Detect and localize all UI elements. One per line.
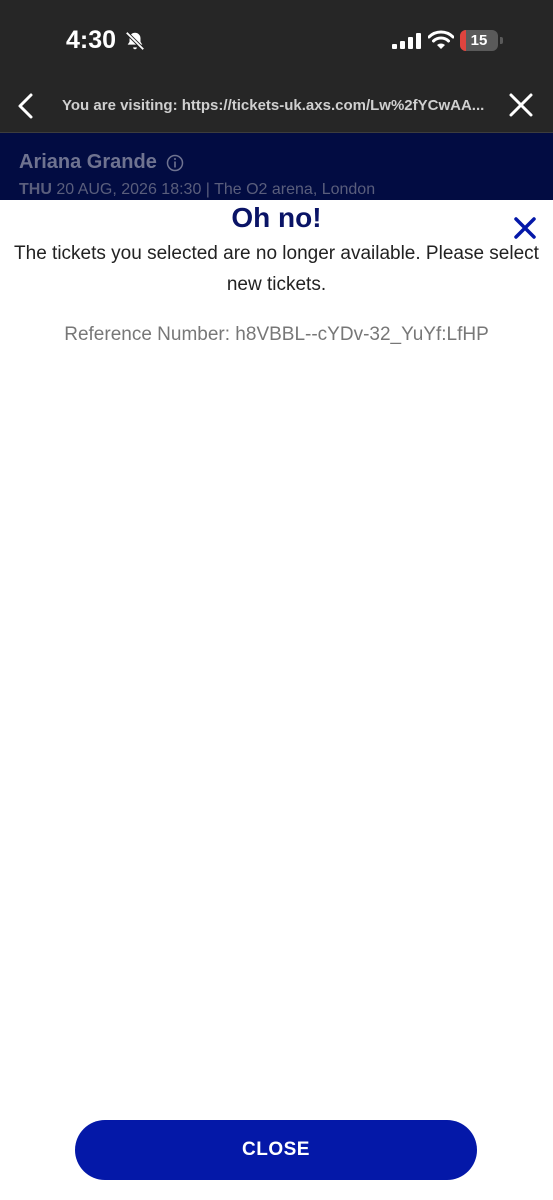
event-title: Ariana Grande <box>19 151 157 173</box>
battery-level: 15 <box>470 32 488 49</box>
close-icon[interactable] <box>508 92 534 118</box>
error-modal: Oh no! The tickets you selected are no l… <box>0 200 553 1200</box>
chevron-left-icon[interactable] <box>14 92 38 120</box>
battery-nub <box>500 37 503 44</box>
battery-icon: 15 <box>460 30 498 51</box>
status-bar: 4:30 15 <box>0 0 553 80</box>
wifi-icon <box>428 30 454 49</box>
close-button[interactable]: CLOSE <box>75 1120 477 1180</box>
modal-message: The tickets you selected are no longer a… <box>14 243 539 295</box>
event-day: THU <box>19 181 52 198</box>
bell-slash-icon <box>125 31 145 51</box>
reference-number: Reference Number: h8VBBL--cYDv-32_YuYf:L… <box>64 324 489 345</box>
event-header: Ariana Grande THU 20 AUG, 2026 18:30 | T… <box>0 133 553 200</box>
event-date-venue: 20 AUG, 2026 18:30 | The O2 arena, Londo… <box>51 181 376 198</box>
browser-url-bar: You are visiting: https://tickets-uk.axs… <box>0 80 553 133</box>
close-icon[interactable] <box>513 216 537 240</box>
status-time: 4:30 <box>66 26 117 54</box>
modal-title: Oh no! <box>231 202 322 233</box>
browser-url-text: You are visiting: https://tickets-uk.axs… <box>62 97 485 114</box>
cellular-signal-icon <box>392 33 421 49</box>
event-details: THU 20 AUG, 2026 18:30 | The O2 arena, L… <box>19 181 375 199</box>
info-circle-icon[interactable] <box>166 154 184 172</box>
